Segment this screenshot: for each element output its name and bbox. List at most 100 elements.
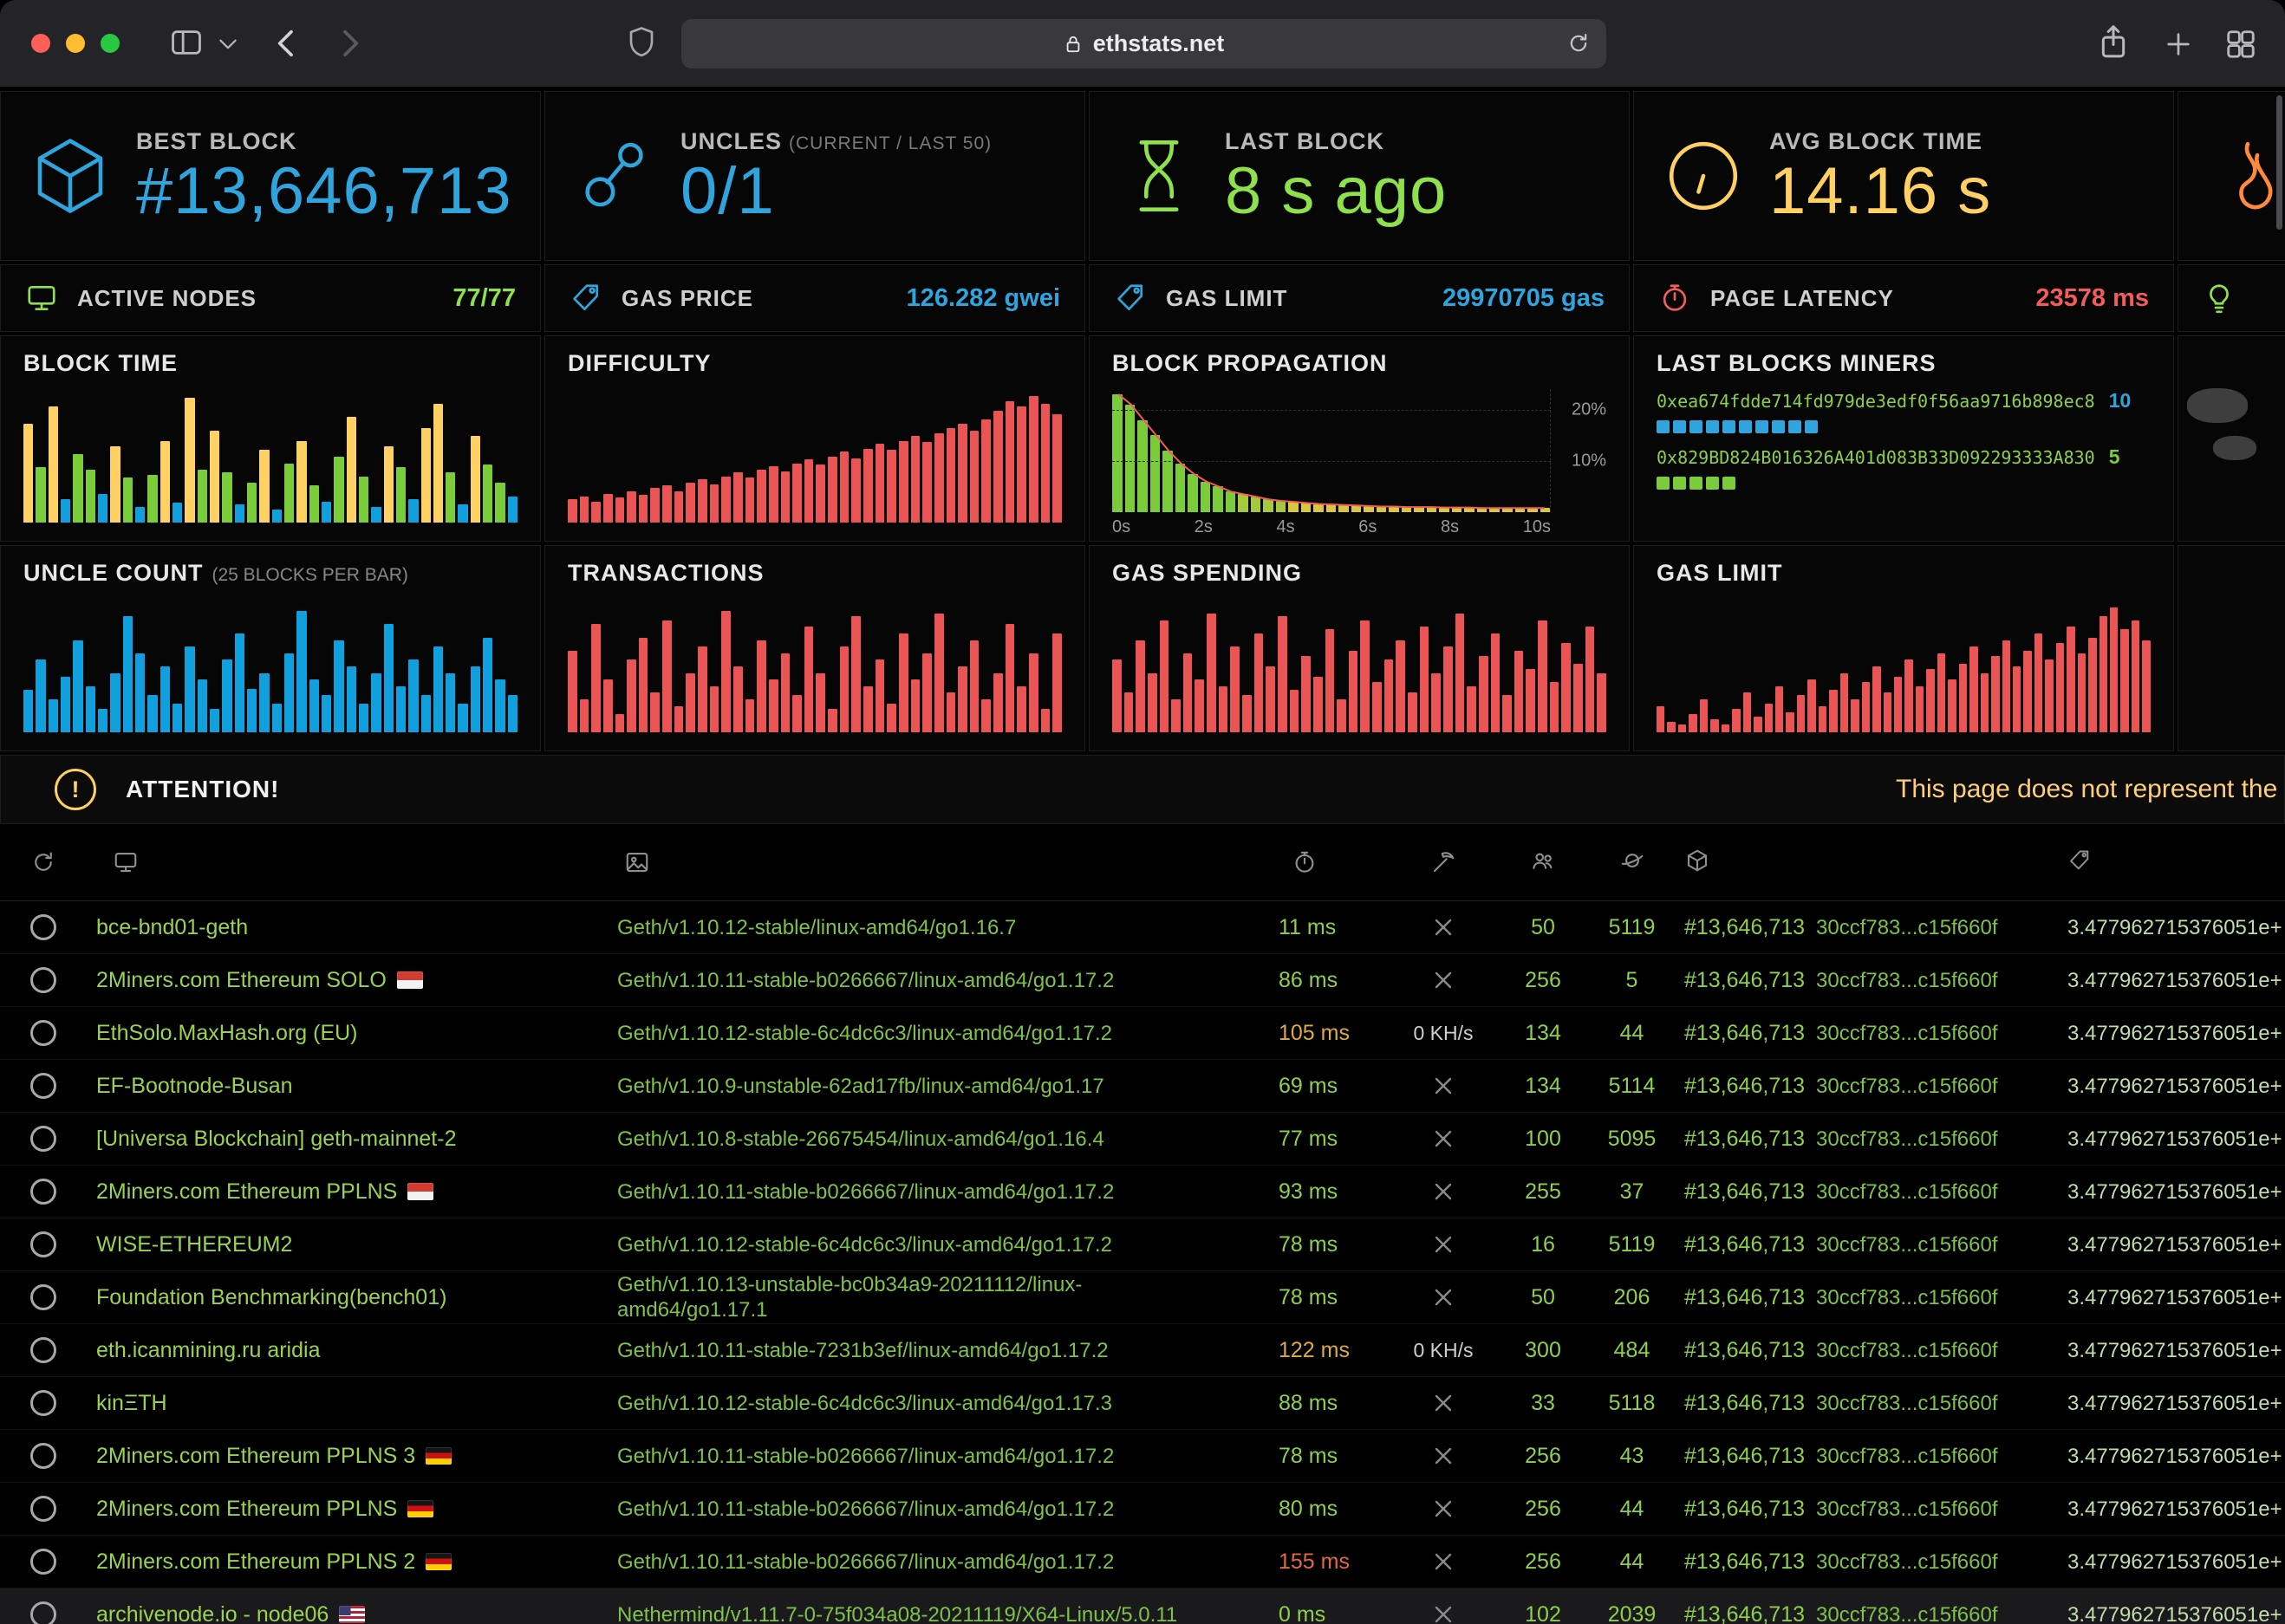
node-total-difficulty: 3.477962715376051e+ — [1989, 1179, 2285, 1205]
node-row[interactable]: kinΞTHGeth/v1.10.12-stable-6c4dc6c3/linu… — [0, 1377, 2285, 1430]
chart-bar — [433, 404, 443, 523]
not-mining-icon — [1433, 1604, 1454, 1624]
scrollbar-thumb[interactable] — [2276, 95, 2282, 230]
close-button[interactable] — [31, 34, 50, 53]
node-row[interactable]: 2Miners.com Ethereum PPLNSGeth/v1.10.11-… — [0, 1166, 2285, 1218]
chart-bar — [1266, 666, 1275, 732]
avg-block-time-label: AVG BLOCK TIME — [1769, 128, 1991, 155]
chart-bar — [1006, 401, 1015, 523]
chart-bar — [1479, 656, 1488, 732]
node-row[interactable]: bce-bnd01-gethGeth/v1.10.12-stable/linux… — [0, 901, 2285, 954]
chart-bar — [1561, 643, 1571, 732]
node-mining: 0 KH/s — [1387, 1339, 1500, 1362]
chart-bar — [1360, 620, 1370, 732]
node-row[interactable]: 2Miners.com Ethereum PPLNS 2Geth/v1.10.1… — [0, 1536, 2285, 1588]
monitor-icon — [25, 282, 58, 315]
node-row[interactable]: 2Miners.com Ethereum PPLNSGeth/v1.10.11-… — [0, 1483, 2285, 1536]
back-icon[interactable] — [272, 26, 302, 61]
node-mining — [1387, 1287, 1500, 1308]
miners-list: 0xea674fdde714fd979de3edf0f56aa9716b898e… — [1657, 389, 2151, 490]
miner-block-square — [1689, 420, 1702, 433]
node-row[interactable]: [Universa Blockchain] geth-mainnet-2Geth… — [0, 1113, 2285, 1166]
node-last-block: #13,646,713 — [1677, 1127, 1816, 1152]
reload-icon[interactable] — [1566, 31, 1591, 55]
uncles-label: UNCLES(CURRENT / LAST 50) — [680, 128, 992, 155]
refresh-icon — [30, 849, 56, 875]
chart-bar — [1754, 717, 1761, 732]
chart-bar — [828, 709, 837, 732]
gas-price-value: 126.282 gwei — [907, 284, 1060, 313]
uncle-count-subtitle: (25 BLOCKS PER BAR) — [212, 565, 408, 585]
chart-bar — [757, 470, 766, 523]
node-row[interactable]: EthSolo.MaxHash.org (EU)Geth/v1.10.12-st… — [0, 1007, 2285, 1060]
node-latency: 11 ms — [1231, 915, 1387, 940]
new-tab-icon[interactable] — [2164, 29, 2193, 59]
chart-bar — [2045, 659, 2053, 732]
node-row[interactable]: eth.icanmining.ru aridiaGeth/v1.10.11-st… — [0, 1324, 2285, 1377]
chart-bar — [210, 431, 219, 523]
node-peers: 102 — [1500, 1602, 1586, 1624]
chart-bar — [1278, 616, 1287, 732]
node-last-block: #13,646,713 — [1677, 1179, 1816, 1205]
chart-bar — [710, 484, 719, 523]
chart-bar — [1420, 627, 1429, 732]
chart-bar — [421, 695, 431, 732]
latency-value: 105 ms — [1279, 1021, 1350, 1045]
node-row[interactable]: archivenode.io - node06Nethermind/v1.11.… — [0, 1588, 2285, 1624]
node-status — [0, 1390, 87, 1416]
privacy-shield-icon[interactable] — [626, 23, 657, 62]
last-block-value: #13,646,713 — [1684, 1285, 1805, 1309]
latency-value: 11 ms — [1279, 915, 1336, 939]
chart-bar — [1937, 653, 1945, 732]
chart-bar — [123, 616, 133, 732]
node-last-block: #13,646,713 — [1677, 1338, 1816, 1363]
sidebar-toggle-icon[interactable] — [170, 28, 203, 57]
y-tick-10: 10% — [1572, 451, 1606, 471]
share-icon[interactable] — [2096, 23, 2131, 62]
transactions-bars — [568, 601, 1062, 732]
gas-limit-label: GAS LIMIT — [1166, 285, 1287, 312]
pending-value: 44 — [1620, 1549, 1644, 1574]
gas-limit-bars — [1657, 601, 2151, 732]
chart-bar — [2002, 640, 2010, 732]
chart-bar — [947, 428, 956, 523]
block-time-bars — [23, 391, 518, 523]
flag-icon-id — [407, 1183, 433, 1200]
node-row[interactable]: 2Miners.com Ethereum SOLOGeth/v1.10.11-s… — [0, 954, 2285, 1007]
chart-bar — [840, 646, 850, 732]
node-last-block: #13,646,713 — [1677, 968, 1816, 993]
minimize-button[interactable] — [66, 34, 85, 53]
node-pending: 2039 — [1586, 1602, 1677, 1624]
price-tag-icon — [570, 282, 602, 315]
node-status — [0, 1284, 87, 1310]
page-latency-label: PAGE LATENCY — [1710, 285, 1894, 312]
last-blocks-miners-title: LAST BLOCKS MINERS — [1657, 350, 2151, 377]
peers-value: 50 — [1531, 1285, 1555, 1309]
chevron-down-icon[interactable] — [218, 38, 238, 50]
zoom-button[interactable] — [101, 34, 120, 53]
uptime-panel-partial — [2178, 264, 2285, 332]
chart-bar — [334, 640, 343, 732]
miner-address: 0xea674fdde714fd979de3edf0f56aa9716b898e… — [1657, 391, 2095, 412]
node-total-difficulty: 3.477962715376051e+ — [1989, 1391, 2285, 1416]
node-type-text: Geth/v1.10.11-stable-b0266667/linux-amd6… — [617, 1180, 1114, 1204]
chart-bar — [1862, 682, 1870, 732]
node-row[interactable]: WISE-ETHEREUM2Geth/v1.10.12-stable-6c4dc… — [0, 1218, 2285, 1271]
chart-bar — [627, 659, 636, 732]
node-type: Geth/v1.10.11-stable-b0266667/linux-amd6… — [572, 1549, 1231, 1575]
node-block-hash: 30ccf783...c15f660f — [1816, 1127, 1989, 1152]
node-block-hash: 30ccf783...c15f660f — [1816, 1232, 1989, 1257]
address-bar[interactable]: ethstats.net — [681, 19, 1606, 68]
node-row[interactable]: EF-Bootnode-BusanGeth/v1.10.9-unstable-6… — [0, 1060, 2285, 1113]
tab-overview-icon[interactable] — [2224, 28, 2257, 61]
chart-bar — [721, 611, 731, 732]
chart-bar — [1242, 695, 1252, 732]
active-nodes-panel: ACTIVE NODES 77/77 — [0, 264, 541, 332]
price-tag-icon — [1114, 282, 1147, 315]
col-difficulty — [1989, 848, 2285, 877]
latency-value: 122 ms — [1279, 1338, 1350, 1362]
node-row[interactable]: 2Miners.com Ethereum PPLNS 3Geth/v1.10.1… — [0, 1430, 2285, 1483]
chart-bar — [1041, 709, 1051, 732]
forward-icon[interactable] — [335, 26, 364, 61]
node-row[interactable]: Foundation Benchmarking(bench01)Geth/v1.… — [0, 1271, 2285, 1324]
